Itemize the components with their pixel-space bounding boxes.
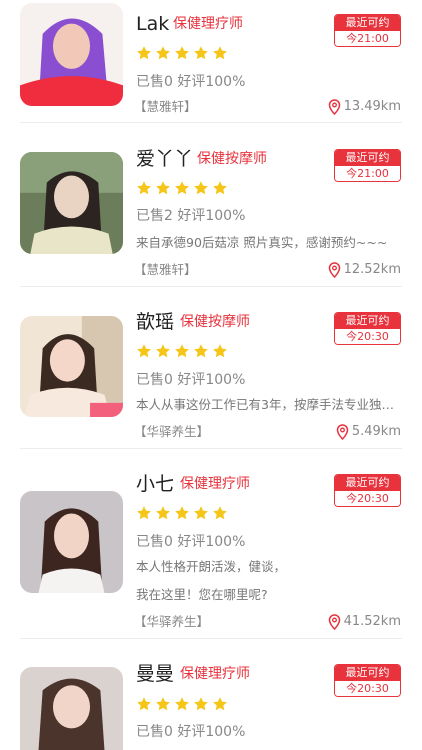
description: 本人从事这份工作已有3年，按摩手法专业独到， [136, 397, 401, 412]
therapist-name: 爱丫丫 [136, 148, 194, 170]
star-icon [213, 344, 227, 358]
star-icon [175, 506, 189, 520]
star-icon [194, 344, 208, 358]
rating-stars [136, 505, 228, 521]
badge-label: 最近可约 [335, 313, 400, 329]
therapist-role: 保健按摩师 [180, 314, 250, 330]
description: 来自承德90后菇凉 照片真实，感谢预约~~~ [136, 235, 388, 250]
distance: 13.49km [328, 98, 401, 116]
avatar[interactable] [20, 3, 123, 106]
therapist-card[interactable]: 曼曼 保健理疗师 已售0 好评100% 最近可约 今20:30 [0, 639, 422, 750]
star-icon [137, 506, 151, 520]
location-pin-icon [328, 614, 340, 630]
star-icon [213, 181, 227, 195]
star-icon [194, 506, 208, 520]
star-icon [213, 697, 227, 711]
star-icon [194, 697, 208, 711]
star-icon [194, 181, 208, 195]
therapist-card[interactable]: 歆瑶 保健按摩师 已售0 好评100% 本人从事这份工作已有3年，按摩手法专业独… [0, 287, 422, 449]
star-icon [175, 344, 189, 358]
star-icon [194, 46, 208, 60]
therapist-name: 歆瑶 [136, 311, 175, 333]
location-pin-icon [336, 424, 349, 440]
sales-stats: 已售0 好评100% [136, 724, 246, 740]
shop-name: 【慧雅轩】 [134, 99, 197, 114]
rating-stars [136, 45, 228, 61]
badge-time: 今20:30 [335, 681, 400, 696]
description-line-2: 我在这里！您在哪里呢? [136, 587, 268, 602]
badge-label: 最近可约 [335, 665, 400, 681]
therapist-role: 保健理疗师 [173, 16, 243, 32]
rating-stars [136, 343, 228, 359]
distance-value: 5.49km [351, 424, 401, 439]
star-icon [137, 697, 151, 711]
badge-time: 今20:30 [335, 329, 400, 344]
location-pin-icon [328, 262, 340, 278]
distance-value: 12.52km [343, 262, 401, 277]
therapist-card[interactable]: Lak 保健理疗师 已售0 好评100% 【慧雅轩】 13.49km 最近可约 … [0, 0, 422, 123]
avatar[interactable] [20, 491, 123, 593]
badge-label: 最近可约 [335, 475, 400, 491]
star-icon [213, 46, 227, 60]
sales-stats: 已售0 好评100% [136, 534, 246, 550]
location-pin-icon [328, 99, 340, 115]
therapist-card[interactable]: 小七 保健理疗师 已售0 好评100% 本人性格开朗活泼，健谈， 我在这里！您在… [0, 449, 422, 639]
badge-time: 今20:30 [335, 491, 400, 506]
therapist-card[interactable]: 爱丫丫 保健按摩师 已售2 好评100% 来自承德90后菇凉 照片真实，感谢预约… [0, 123, 422, 287]
avatar[interactable] [20, 316, 123, 417]
distance-value: 41.52km [343, 614, 401, 629]
star-icon [156, 344, 170, 358]
available-badge[interactable]: 最近可约 今20:30 [334, 474, 401, 507]
available-badge[interactable]: 最近可约 今20:30 [334, 664, 401, 697]
badge-time: 今21:00 [335, 166, 400, 181]
therapist-name: 小七 [136, 473, 175, 495]
star-icon [156, 181, 170, 195]
distance-value: 13.49km [343, 99, 401, 114]
therapist-name: 曼曼 [136, 663, 175, 685]
sales-stats: 已售0 好评100% [136, 74, 246, 90]
star-icon [156, 697, 170, 711]
avatar[interactable] [20, 152, 123, 254]
avatar[interactable] [20, 667, 123, 750]
therapist-role: 保健按摩师 [197, 151, 267, 167]
therapist-name: Lak [136, 13, 170, 35]
star-icon [175, 697, 189, 711]
shop-name: 【慧雅轩】 [134, 262, 197, 277]
available-badge[interactable]: 最近可约 今21:00 [334, 14, 401, 47]
distance: 41.52km [328, 613, 401, 631]
sales-stats: 已售2 好评100% [136, 208, 246, 224]
distance: 12.52km [328, 261, 401, 279]
star-icon [137, 181, 151, 195]
badge-time: 今21:00 [335, 31, 400, 46]
badge-label: 最近可约 [335, 15, 400, 31]
available-badge[interactable]: 最近可约 今21:00 [334, 149, 401, 182]
description: 本人性格开朗活泼，健谈， [136, 559, 287, 574]
star-icon [213, 506, 227, 520]
badge-label: 最近可约 [335, 150, 400, 166]
star-icon [156, 506, 170, 520]
star-icon [156, 46, 170, 60]
sales-stats: 已售0 好评100% [136, 372, 246, 388]
therapist-role: 保健理疗师 [180, 476, 250, 492]
rating-stars [136, 180, 228, 196]
shop-name: 【华驿养生】 [134, 424, 210, 439]
rating-stars [136, 696, 228, 712]
star-icon [175, 181, 189, 195]
distance: 5.49km [336, 423, 401, 441]
star-icon [137, 344, 151, 358]
shop-name: 【华驿养生】 [134, 614, 210, 629]
therapist-role: 保健理疗师 [180, 666, 250, 682]
available-badge[interactable]: 最近可约 今20:30 [334, 312, 401, 345]
star-icon [137, 46, 151, 60]
star-icon [175, 46, 189, 60]
